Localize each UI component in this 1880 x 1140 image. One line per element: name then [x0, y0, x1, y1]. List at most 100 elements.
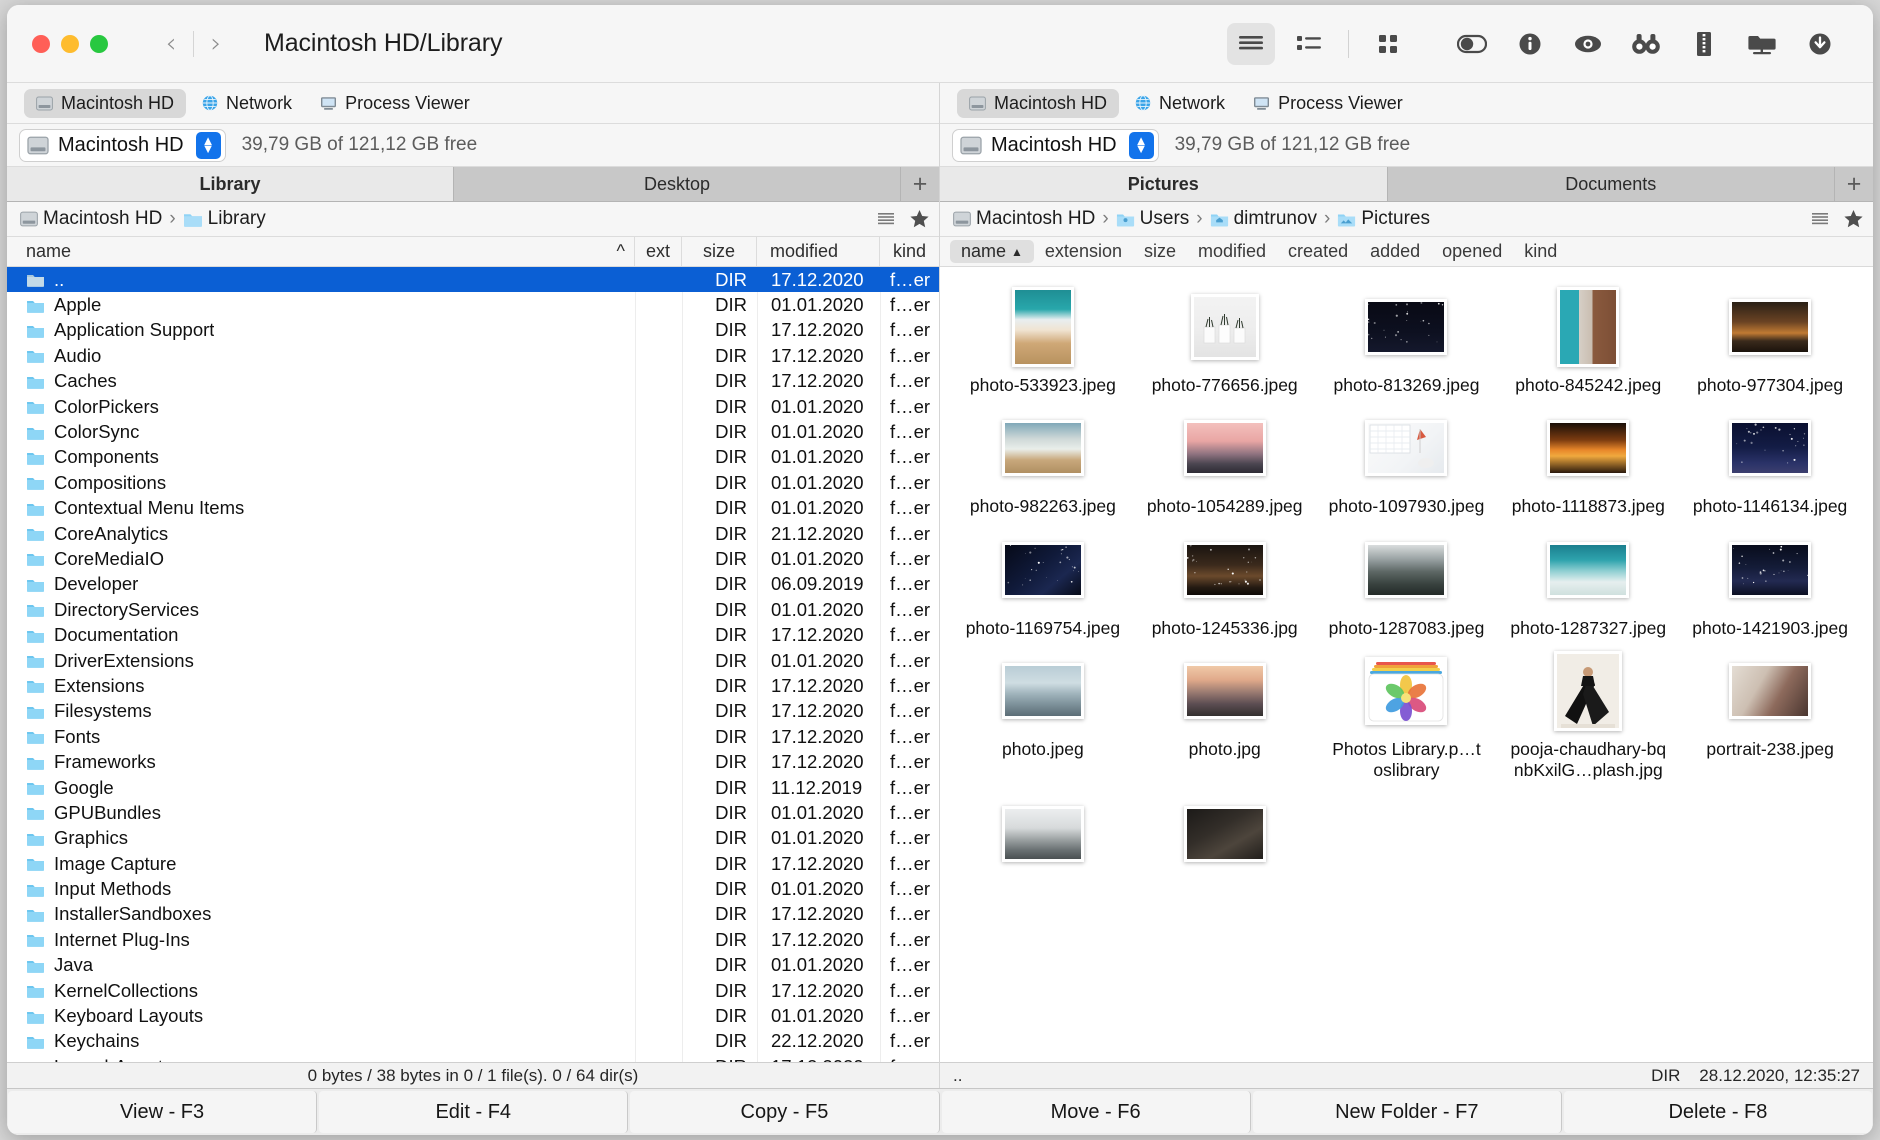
network-folder-icon[interactable] [1738, 23, 1786, 65]
table-row[interactable]: LaunchAgentsDIR17.12.2020f…er [7, 1054, 939, 1062]
table-row[interactable]: Filesystems DIR 17.12.2020 f…er [7, 699, 939, 724]
grid-item[interactable]: photo-1118873.jpeg [1497, 404, 1679, 517]
left-drive-tab-process-viewer[interactable]: Process Viewer [308, 89, 482, 118]
table-row[interactable]: Application Support DIR 17.12.2020 f…er [7, 318, 939, 343]
favorite-star-icon[interactable] [1843, 209, 1864, 229]
left-breadcrumb-item-0[interactable]: Macintosh HD [43, 208, 162, 230]
zip-icon[interactable] [1680, 23, 1728, 65]
grid-item[interactable]: photo-1287083.jpeg [1316, 526, 1498, 639]
left-drive-tab-macintosh-hd[interactable]: Macintosh HD [24, 89, 186, 118]
grid-item[interactable]: Photos Library.p…toslibrary [1316, 647, 1498, 782]
table-row[interactable]: Fonts DIR 17.12.2020 f…er [7, 724, 939, 749]
function-key-3[interactable]: View - F3 [8, 1091, 317, 1133]
grid-item[interactable]: photo-1287327.jpeg [1497, 526, 1679, 639]
close-button[interactable] [32, 35, 50, 53]
left-column-header-name[interactable]: name ^ [7, 237, 635, 266]
grid-item[interactable]: photo.jpg [1134, 647, 1316, 782]
table-row[interactable]: Image Capture DIR 17.12.2020 f…er [7, 851, 939, 876]
right-column-header-extension[interactable]: extension [1034, 240, 1133, 263]
left-disk-stepper[interactable]: ▲ ▼ [196, 132, 221, 159]
right-breadcrumb-item-1[interactable]: Users [1140, 208, 1190, 230]
right-add-tab-button[interactable]: + [1835, 167, 1873, 201]
grid-item[interactable]: photo-533923.jpeg [952, 283, 1134, 396]
right-folder-tab-pictures[interactable]: Pictures [940, 167, 1388, 201]
left-column-header-kind[interactable]: kind [880, 237, 939, 266]
table-row[interactable]: Developer DIR 06.09.2019 f…er [7, 572, 939, 597]
table-row[interactable]: CoreAnalytics DIR 21.12.2020 f…er [7, 521, 939, 546]
left-column-header-ext[interactable]: ext [635, 237, 682, 266]
left-folder-tab-library[interactable]: Library [7, 167, 454, 201]
right-column-header-created[interactable]: created [1277, 240, 1359, 263]
table-row[interactable]: Apple DIR 01.01.2020 f…er [7, 292, 939, 317]
minimize-button[interactable] [61, 35, 79, 53]
table-row[interactable]: DriverExtensions DIR 01.01.2020 f…er [7, 648, 939, 673]
table-row[interactable]: Graphics DIR 01.01.2020 f…er [7, 826, 939, 851]
info-icon[interactable] [1506, 23, 1554, 65]
grid-item[interactable]: photo-982263.jpeg [952, 404, 1134, 517]
table-row[interactable]: Audio DIR 17.12.2020 f…er [7, 343, 939, 368]
table-row[interactable]: Input Methods DIR 01.01.2020 f…er [7, 876, 939, 901]
table-row[interactable]: CoreMediaIO DIR 01.01.2020 f…er [7, 546, 939, 571]
grid-item[interactable] [1134, 790, 1316, 882]
table-row[interactable]: KernelCollections DIR 17.12.2020 f…er [7, 978, 939, 1003]
maximize-button[interactable] [90, 35, 108, 53]
table-row[interactable]: ColorSync DIR 01.01.2020 f…er [7, 419, 939, 444]
left-breadcrumb-item-1[interactable]: Library [208, 208, 266, 230]
table-row[interactable]: .. DIR 17.12.2020 f…er [7, 267, 939, 292]
table-row[interactable]: Java DIR 01.01.2020 f…er [7, 953, 939, 978]
table-row[interactable]: DirectoryServices DIR 01.01.2020 f…er [7, 597, 939, 622]
table-row[interactable]: ColorPickers DIR 01.01.2020 f…er [7, 394, 939, 419]
table-row[interactable]: InstallerSandboxes DIR 17.12.2020 f…er [7, 902, 939, 927]
right-folder-tab-documents[interactable]: Documents [1388, 167, 1836, 201]
list-view-icon[interactable] [1227, 23, 1275, 65]
grid-item[interactable]: photo-977304.jpeg [1679, 283, 1861, 396]
grid-item[interactable]: photo-1169754.jpeg [952, 526, 1134, 639]
table-row[interactable]: Keychains DIR 22.12.2020 f…er [7, 1029, 939, 1054]
grid-item[interactable]: portrait-238.jpeg [1679, 647, 1861, 782]
right-column-header-size[interactable]: size [1133, 240, 1187, 263]
right-breadcrumb-item-3[interactable]: Pictures [1361, 208, 1430, 230]
right-column-header-name[interactable]: name ▲ [950, 240, 1034, 263]
grid-item[interactable]: photo-1146134.jpeg [1679, 404, 1861, 517]
left-column-header-size[interactable]: size [682, 237, 757, 266]
eye-icon[interactable] [1564, 23, 1612, 65]
table-row[interactable]: GPUBundles DIR 01.01.2020 f…er [7, 800, 939, 825]
table-row[interactable]: Caches DIR 17.12.2020 f…er [7, 369, 939, 394]
grid-view-icon[interactable] [1364, 23, 1412, 65]
back-button[interactable]: ‹ [149, 22, 193, 66]
right-drive-tab-macintosh-hd[interactable]: Macintosh HD [957, 89, 1119, 118]
function-key-8[interactable]: Delete - F8 [1564, 1091, 1872, 1133]
left-disk-selector[interactable]: Macintosh HD ▲ ▼ [19, 129, 226, 162]
function-key-4[interactable]: Edit - F4 [319, 1091, 628, 1133]
table-row[interactable]: Contextual Menu Items DIR 01.01.2020 f…er [7, 496, 939, 521]
right-disk-selector[interactable]: Macintosh HD ▲ ▼ [952, 129, 1159, 162]
grid-item[interactable]: photo-1421903.jpeg [1679, 526, 1861, 639]
right-column-header-added[interactable]: added [1359, 240, 1431, 263]
favorite-star-icon[interactable] [909, 209, 930, 229]
grid-item[interactable] [952, 790, 1134, 882]
table-row[interactable]: Internet Plug-Ins DIR 17.12.2020 f…er [7, 927, 939, 952]
function-key-7[interactable]: New Folder - F7 [1253, 1091, 1562, 1133]
forward-button[interactable]: › [194, 22, 238, 66]
right-breadcrumb-item-2[interactable]: dimtrunov [1234, 208, 1317, 230]
grid-item[interactable]: photo-1245336.jpg [1134, 526, 1316, 639]
detail-list-view-icon[interactable] [1285, 23, 1333, 65]
right-drive-tab-process-viewer[interactable]: Process Viewer [1241, 89, 1415, 118]
right-column-header-opened[interactable]: opened [1431, 240, 1513, 263]
table-row[interactable]: Compositions DIR 01.01.2020 f…er [7, 470, 939, 495]
left-drive-tab-network[interactable]: Network [190, 89, 304, 118]
right-grid-area[interactable]: photo-533923.jpeg photo-776656.jpeg photo-… [940, 267, 1873, 1062]
left-column-header-modified[interactable]: modified [757, 237, 880, 266]
list-options-icon[interactable] [1810, 211, 1830, 228]
grid-item[interactable]: photo.jpeg [952, 647, 1134, 782]
table-row[interactable]: Components DIR 01.01.2020 f…er [7, 445, 939, 470]
table-row[interactable]: Documentation DIR 17.12.2020 f…er [7, 622, 939, 647]
grid-item[interactable]: photo-776656.jpeg [1134, 283, 1316, 396]
left-file-list[interactable]: .. DIR 17.12.2020 f…er Apple DIR 01.01.2020 f…e… [7, 267, 939, 1062]
binoculars-icon[interactable] [1622, 23, 1670, 65]
grid-item[interactable]: photo-1054289.jpeg [1134, 404, 1316, 517]
list-options-icon[interactable] [876, 211, 896, 228]
right-drive-tab-network[interactable]: Network [1123, 89, 1237, 118]
grid-item[interactable]: photo-1097930.jpeg [1316, 404, 1498, 517]
right-column-header-modified[interactable]: modified [1187, 240, 1277, 263]
